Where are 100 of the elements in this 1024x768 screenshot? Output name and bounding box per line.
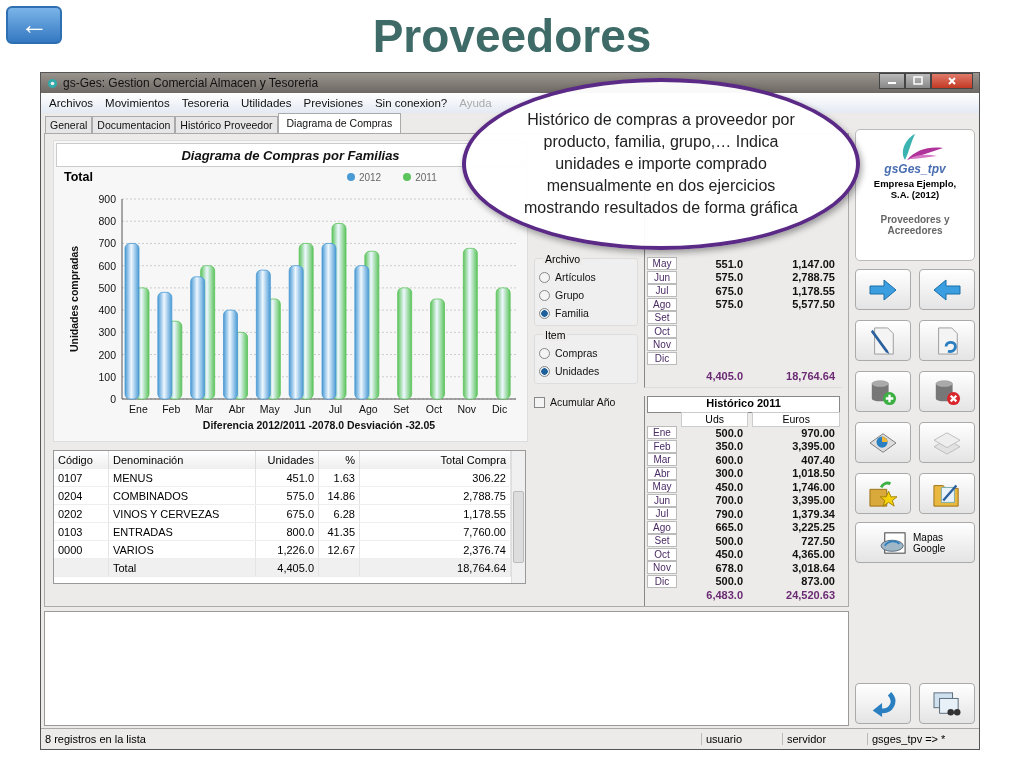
column-header[interactable]: %	[318, 451, 360, 469]
euros-value: 873.00	[800, 575, 835, 588]
tab[interactable]: General	[45, 116, 93, 133]
scrollbar[interactable]	[511, 451, 525, 583]
euros-value: 3,225.25	[791, 521, 835, 534]
favorites-button[interactable]	[855, 473, 911, 514]
callout-text: Histórico de compras a proveedor por producto, familia, grupo,… Indica unidades e importe comprado mensualmente en dos ejercicios mostrando resultados de forma gráfica	[523, 110, 799, 218]
column-header[interactable]: Código	[54, 451, 109, 469]
month-label: May	[647, 480, 677, 494]
euros-total: 18,764.64	[785, 369, 835, 382]
y-tick-label: 600	[98, 259, 116, 272]
minimize-button[interactable]	[879, 73, 905, 89]
tab[interactable]: Diagrama de Compras	[277, 113, 402, 133]
chart-title: Total	[64, 170, 93, 184]
radio-button[interactable]	[539, 347, 550, 359]
units-value: 500.0	[714, 426, 743, 439]
status-text: servidor	[782, 733, 867, 745]
euros-value: 407.40	[800, 453, 835, 466]
menu-item[interactable]: Utilidades	[241, 97, 292, 109]
slide-title: Proveedores	[372, 9, 652, 63]
euros-value: 970.00	[800, 426, 835, 439]
month-label: Nov	[647, 338, 677, 352]
table-cell: 0107	[54, 469, 109, 487]
x-tick-label: Oct	[425, 403, 443, 415]
month-label: Ene	[647, 426, 677, 440]
delete-record-button[interactable]	[919, 371, 975, 412]
table-cell: VINOS Y CERVEZAS	[108, 504, 256, 523]
close-icon	[947, 76, 957, 86]
menu-item[interactable]: Previsiones	[303, 97, 363, 109]
legend-label: 2011	[415, 171, 437, 183]
x-tick-label: Nov	[457, 403, 477, 415]
section-label: Proveedores y Acreedores	[879, 214, 951, 236]
group-title: Archivo	[543, 253, 582, 265]
y-tick-label: 400	[98, 304, 116, 317]
notes-button[interactable]	[919, 473, 975, 514]
undo-document-button[interactable]	[919, 320, 975, 361]
units-value: 350.0	[714, 440, 743, 453]
radio-button[interactable]	[539, 365, 550, 377]
database-add-icon	[869, 377, 897, 406]
y-tick-label: 0	[110, 393, 116, 405]
y-tick-label: 500	[98, 281, 116, 294]
tab[interactable]: Histórico Proveedor	[175, 116, 278, 133]
radio-button[interactable]	[539, 289, 550, 301]
maps-button[interactable]: Mapas Google	[855, 522, 975, 563]
x-tick-label: Ene	[129, 403, 148, 415]
euros-value: 1,147.00	[791, 257, 835, 270]
y-tick-label: 700	[98, 237, 116, 250]
euros-value: 4,365.00	[791, 548, 835, 561]
units-value: 575.0	[714, 298, 743, 311]
month-label: Ago	[647, 297, 677, 311]
units-value: 500.0	[714, 534, 743, 547]
x-tick-label: Set	[393, 403, 409, 415]
radio-button[interactable]	[539, 271, 550, 283]
y-tick-label: 100	[98, 370, 116, 383]
legend-label: 2012	[358, 171, 382, 183]
column-header[interactable]: Denominación	[108, 451, 256, 469]
table-cell: 0202	[54, 504, 109, 523]
x-tick-label: Jun	[294, 403, 312, 415]
y-axis-title: Unidades compradas	[68, 245, 80, 353]
history-header: Histórico 2011	[647, 395, 840, 413]
search-window-button[interactable]	[919, 683, 975, 724]
radio-label: Grupo	[555, 289, 585, 301]
column-header[interactable]: Unidades	[255, 451, 319, 469]
x-tick-label: Dic	[492, 403, 508, 415]
euros-value: 1,178.55	[791, 284, 835, 297]
month-label: Dic	[647, 351, 677, 365]
month-label: Set	[647, 534, 677, 548]
layers-button[interactable]	[919, 422, 975, 463]
radio-button[interactable]	[539, 307, 550, 319]
menu-item[interactable]: Movimientos	[105, 97, 170, 109]
table-cell: 306.22	[359, 469, 511, 487]
maximize-button[interactable]	[905, 73, 931, 89]
logo-text: gsGes_tpv	[884, 162, 946, 176]
tab[interactable]: Documentacion	[92, 116, 176, 133]
return-button[interactable]	[855, 683, 911, 724]
menu-item[interactable]: Archivos	[49, 97, 94, 109]
y-tick-label: 200	[98, 348, 116, 361]
radio-label: Artículos	[555, 271, 596, 283]
x-tick-label: Mar	[195, 403, 214, 415]
previous-button[interactable]	[919, 269, 975, 310]
pen-document-icon	[869, 325, 897, 356]
units-value: 450.0	[714, 480, 743, 493]
group-title: Item	[543, 329, 568, 341]
month-label: Abr	[647, 466, 677, 480]
add-record-button[interactable]	[855, 371, 911, 412]
y-tick-label: 300	[98, 326, 116, 339]
next-button[interactable]	[855, 269, 911, 310]
menu-item[interactable]: Sin conexion?	[374, 97, 448, 109]
table-cell: 14.86	[318, 486, 360, 505]
menu-item[interactable]: Tesoreria	[181, 97, 229, 109]
checkbox[interactable]	[534, 396, 545, 408]
report-button[interactable]	[855, 422, 911, 463]
edit-button[interactable]	[855, 320, 911, 361]
close-button[interactable]	[931, 73, 973, 89]
table-cell: 1.63	[318, 469, 360, 487]
euros-value: 3,018.64	[791, 561, 835, 574]
column-header[interactable]: Total Compra	[359, 451, 511, 469]
device-icon	[879, 530, 909, 555]
units-value: 790.0	[714, 507, 743, 520]
month-label: Ago	[647, 520, 677, 534]
